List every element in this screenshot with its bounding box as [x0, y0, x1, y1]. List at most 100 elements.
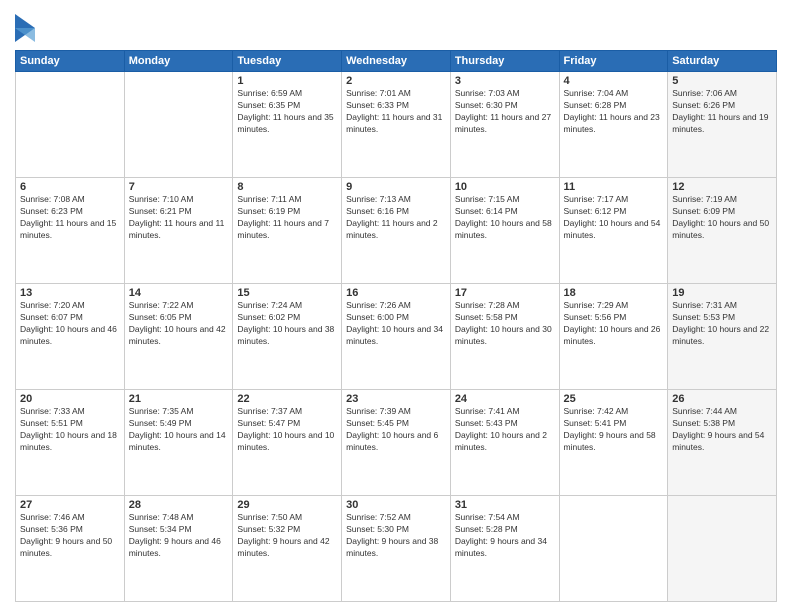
day-info: Sunrise: 7:08 AM Sunset: 6:23 PM Dayligh…	[20, 194, 120, 242]
day-number: 16	[346, 287, 446, 299]
calendar-week-0: 1Sunrise: 6:59 AM Sunset: 6:35 PM Daylig…	[16, 72, 777, 178]
calendar-cell	[668, 496, 777, 602]
day-number: 25	[564, 393, 664, 405]
logo	[15, 14, 37, 42]
calendar-cell: 26Sunrise: 7:44 AM Sunset: 5:38 PM Dayli…	[668, 390, 777, 496]
calendar-cell: 31Sunrise: 7:54 AM Sunset: 5:28 PM Dayli…	[450, 496, 559, 602]
day-info: Sunrise: 7:24 AM Sunset: 6:02 PM Dayligh…	[237, 300, 337, 348]
day-number: 20	[20, 393, 120, 405]
day-info: Sunrise: 7:46 AM Sunset: 5:36 PM Dayligh…	[20, 512, 120, 560]
calendar-cell: 9Sunrise: 7:13 AM Sunset: 6:16 PM Daylig…	[342, 178, 451, 284]
day-number: 10	[455, 181, 555, 193]
calendar-cell: 16Sunrise: 7:26 AM Sunset: 6:00 PM Dayli…	[342, 284, 451, 390]
day-number: 29	[237, 499, 337, 511]
day-info: Sunrise: 7:19 AM Sunset: 6:09 PM Dayligh…	[672, 194, 772, 242]
day-info: Sunrise: 7:01 AM Sunset: 6:33 PM Dayligh…	[346, 88, 446, 136]
calendar-cell: 19Sunrise: 7:31 AM Sunset: 5:53 PM Dayli…	[668, 284, 777, 390]
day-number: 12	[672, 181, 772, 193]
header	[15, 10, 777, 42]
day-number: 15	[237, 287, 337, 299]
day-info: Sunrise: 7:29 AM Sunset: 5:56 PM Dayligh…	[564, 300, 664, 348]
calendar-cell: 25Sunrise: 7:42 AM Sunset: 5:41 PM Dayli…	[559, 390, 668, 496]
day-number: 5	[672, 75, 772, 87]
calendar-cell: 20Sunrise: 7:33 AM Sunset: 5:51 PM Dayli…	[16, 390, 125, 496]
day-number: 7	[129, 181, 229, 193]
day-info: Sunrise: 7:41 AM Sunset: 5:43 PM Dayligh…	[455, 406, 555, 454]
calendar-cell: 22Sunrise: 7:37 AM Sunset: 5:47 PM Dayli…	[233, 390, 342, 496]
calendar-cell: 8Sunrise: 7:11 AM Sunset: 6:19 PM Daylig…	[233, 178, 342, 284]
day-info: Sunrise: 7:39 AM Sunset: 5:45 PM Dayligh…	[346, 406, 446, 454]
calendar-header-thursday: Thursday	[450, 51, 559, 72]
day-number: 14	[129, 287, 229, 299]
day-number: 1	[237, 75, 337, 87]
day-number: 6	[20, 181, 120, 193]
calendar-cell: 17Sunrise: 7:28 AM Sunset: 5:58 PM Dayli…	[450, 284, 559, 390]
day-info: Sunrise: 7:20 AM Sunset: 6:07 PM Dayligh…	[20, 300, 120, 348]
day-info: Sunrise: 7:42 AM Sunset: 5:41 PM Dayligh…	[564, 406, 664, 454]
calendar-cell: 6Sunrise: 7:08 AM Sunset: 6:23 PM Daylig…	[16, 178, 125, 284]
day-info: Sunrise: 7:37 AM Sunset: 5:47 PM Dayligh…	[237, 406, 337, 454]
calendar-cell: 12Sunrise: 7:19 AM Sunset: 6:09 PM Dayli…	[668, 178, 777, 284]
day-number: 18	[564, 287, 664, 299]
day-info: Sunrise: 6:59 AM Sunset: 6:35 PM Dayligh…	[237, 88, 337, 136]
calendar-cell	[16, 72, 125, 178]
day-info: Sunrise: 7:13 AM Sunset: 6:16 PM Dayligh…	[346, 194, 446, 242]
calendar-cell: 7Sunrise: 7:10 AM Sunset: 6:21 PM Daylig…	[124, 178, 233, 284]
calendar-cell	[124, 72, 233, 178]
day-number: 11	[564, 181, 664, 193]
day-info: Sunrise: 7:54 AM Sunset: 5:28 PM Dayligh…	[455, 512, 555, 560]
calendar-cell: 27Sunrise: 7:46 AM Sunset: 5:36 PM Dayli…	[16, 496, 125, 602]
calendar-table: SundayMondayTuesdayWednesdayThursdayFrid…	[15, 50, 777, 602]
calendar-week-1: 6Sunrise: 7:08 AM Sunset: 6:23 PM Daylig…	[16, 178, 777, 284]
day-number: 4	[564, 75, 664, 87]
calendar-cell: 21Sunrise: 7:35 AM Sunset: 5:49 PM Dayli…	[124, 390, 233, 496]
day-info: Sunrise: 7:44 AM Sunset: 5:38 PM Dayligh…	[672, 406, 772, 454]
day-info: Sunrise: 7:31 AM Sunset: 5:53 PM Dayligh…	[672, 300, 772, 348]
day-info: Sunrise: 7:48 AM Sunset: 5:34 PM Dayligh…	[129, 512, 229, 560]
calendar-header-monday: Monday	[124, 51, 233, 72]
day-number: 9	[346, 181, 446, 193]
day-info: Sunrise: 7:52 AM Sunset: 5:30 PM Dayligh…	[346, 512, 446, 560]
day-number: 8	[237, 181, 337, 193]
calendar-cell: 15Sunrise: 7:24 AM Sunset: 6:02 PM Dayli…	[233, 284, 342, 390]
calendar-cell: 1Sunrise: 6:59 AM Sunset: 6:35 PM Daylig…	[233, 72, 342, 178]
calendar-cell: 11Sunrise: 7:17 AM Sunset: 6:12 PM Dayli…	[559, 178, 668, 284]
logo-icon	[15, 14, 35, 42]
day-number: 2	[346, 75, 446, 87]
calendar-cell: 18Sunrise: 7:29 AM Sunset: 5:56 PM Dayli…	[559, 284, 668, 390]
day-number: 26	[672, 393, 772, 405]
day-number: 28	[129, 499, 229, 511]
day-number: 31	[455, 499, 555, 511]
calendar-week-3: 20Sunrise: 7:33 AM Sunset: 5:51 PM Dayli…	[16, 390, 777, 496]
day-info: Sunrise: 7:22 AM Sunset: 6:05 PM Dayligh…	[129, 300, 229, 348]
day-number: 30	[346, 499, 446, 511]
day-info: Sunrise: 7:06 AM Sunset: 6:26 PM Dayligh…	[672, 88, 772, 136]
day-number: 19	[672, 287, 772, 299]
day-number: 13	[20, 287, 120, 299]
calendar-week-2: 13Sunrise: 7:20 AM Sunset: 6:07 PM Dayli…	[16, 284, 777, 390]
day-number: 22	[237, 393, 337, 405]
calendar-week-4: 27Sunrise: 7:46 AM Sunset: 5:36 PM Dayli…	[16, 496, 777, 602]
day-info: Sunrise: 7:35 AM Sunset: 5:49 PM Dayligh…	[129, 406, 229, 454]
day-info: Sunrise: 7:11 AM Sunset: 6:19 PM Dayligh…	[237, 194, 337, 242]
calendar-cell: 28Sunrise: 7:48 AM Sunset: 5:34 PM Dayli…	[124, 496, 233, 602]
day-info: Sunrise: 7:17 AM Sunset: 6:12 PM Dayligh…	[564, 194, 664, 242]
day-number: 21	[129, 393, 229, 405]
calendar-header-saturday: Saturday	[668, 51, 777, 72]
calendar-cell: 5Sunrise: 7:06 AM Sunset: 6:26 PM Daylig…	[668, 72, 777, 178]
calendar-cell	[559, 496, 668, 602]
calendar-cell: 30Sunrise: 7:52 AM Sunset: 5:30 PM Dayli…	[342, 496, 451, 602]
calendar-cell: 4Sunrise: 7:04 AM Sunset: 6:28 PM Daylig…	[559, 72, 668, 178]
calendar-cell: 2Sunrise: 7:01 AM Sunset: 6:33 PM Daylig…	[342, 72, 451, 178]
calendar-header-friday: Friday	[559, 51, 668, 72]
calendar-cell: 24Sunrise: 7:41 AM Sunset: 5:43 PM Dayli…	[450, 390, 559, 496]
day-number: 24	[455, 393, 555, 405]
calendar-header-sunday: Sunday	[16, 51, 125, 72]
calendar-cell: 10Sunrise: 7:15 AM Sunset: 6:14 PM Dayli…	[450, 178, 559, 284]
day-info: Sunrise: 7:10 AM Sunset: 6:21 PM Dayligh…	[129, 194, 229, 242]
page: SundayMondayTuesdayWednesdayThursdayFrid…	[0, 0, 792, 612]
calendar-cell: 29Sunrise: 7:50 AM Sunset: 5:32 PM Dayli…	[233, 496, 342, 602]
calendar-header-row: SundayMondayTuesdayWednesdayThursdayFrid…	[16, 51, 777, 72]
calendar-cell: 23Sunrise: 7:39 AM Sunset: 5:45 PM Dayli…	[342, 390, 451, 496]
calendar-cell: 14Sunrise: 7:22 AM Sunset: 6:05 PM Dayli…	[124, 284, 233, 390]
